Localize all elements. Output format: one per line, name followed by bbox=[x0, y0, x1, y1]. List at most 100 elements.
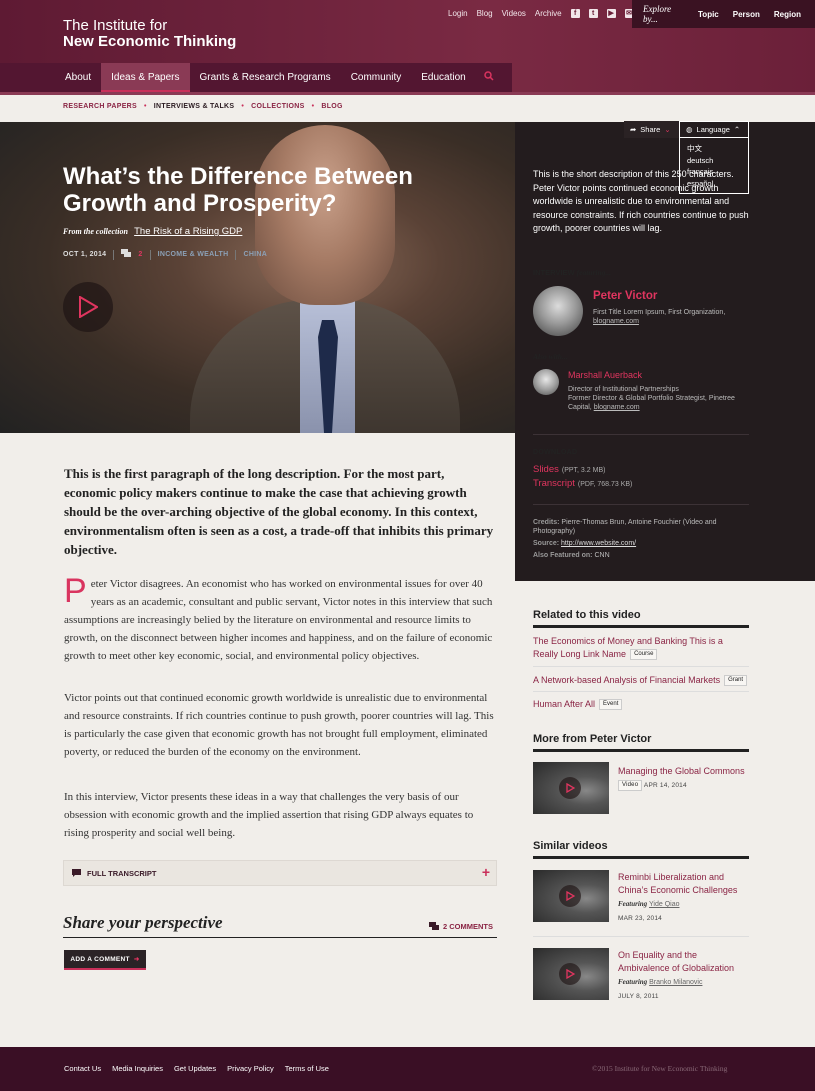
credits-label: Credits: bbox=[533, 519, 560, 526]
subnav-blog[interactable]: BLOG bbox=[321, 103, 342, 110]
globe-icon: ◍ bbox=[686, 125, 693, 134]
video-thumbnail[interactable] bbox=[533, 948, 609, 1000]
similar-person-link[interactable]: Branko Milanovic bbox=[649, 979, 702, 986]
featuring-label: Featuring bbox=[618, 978, 648, 986]
related-item[interactable]: The Economics of Money and Banking This … bbox=[533, 635, 749, 661]
nav-education[interactable]: Education bbox=[411, 63, 475, 92]
similar-person-link[interactable]: Yide Qiao bbox=[649, 901, 679, 908]
archive-link[interactable]: Archive bbox=[535, 9, 562, 18]
interview-label: INTERVIEW featuring... bbox=[533, 268, 611, 277]
more-from-meta: Video APR 14, 2014 bbox=[618, 780, 687, 791]
language-option-chinese[interactable]: 中文 bbox=[687, 143, 741, 155]
credits-block: Credits: Pierre-Thomas Brun, Antoine Fou… bbox=[533, 518, 749, 560]
footer-media-link[interactable]: Media Inquiries bbox=[112, 1064, 163, 1073]
body-paragraph-1: Peter Victor disagrees. An economist who… bbox=[64, 574, 496, 665]
also-with-label: Also with... bbox=[533, 352, 568, 361]
subnav-interviews-talks[interactable]: INTERVIEWS & TALKS bbox=[154, 103, 235, 110]
footer-terms-link[interactable]: Terms of Use bbox=[285, 1064, 329, 1073]
divider bbox=[533, 936, 749, 937]
similar-featuring: Featuring Branko Milanovic bbox=[618, 978, 702, 986]
similar-title[interactable]: On Equality and the Ambivalence of Globa… bbox=[618, 949, 750, 975]
header-divider bbox=[0, 92, 815, 95]
similar-date: JULY 8, 2011 bbox=[618, 993, 659, 1000]
footer-updates-link[interactable]: Get Updates bbox=[174, 1064, 216, 1073]
subnav-research-papers[interactable]: RESEARCH PAPERS bbox=[63, 103, 137, 110]
divider bbox=[113, 249, 115, 260]
credits-text: Pierre-Thomas Brun, Antoine Fouchier (Vi… bbox=[533, 519, 717, 535]
full-transcript-toggle[interactable]: FULL TRANSCRIPT + bbox=[63, 860, 497, 886]
login-link[interactable]: Login bbox=[448, 9, 468, 18]
page-title: What’s the Difference Between Growth and… bbox=[63, 163, 413, 217]
videos-link[interactable]: Videos bbox=[502, 9, 526, 18]
download-slides-meta: (PPT, 3.2 MB) bbox=[561, 467, 606, 474]
explore-person[interactable]: Person bbox=[733, 10, 760, 19]
nav-community[interactable]: Community bbox=[341, 63, 412, 92]
footer-links: Contact Us Media Inquiries Get Updates P… bbox=[64, 1064, 329, 1073]
tag-china[interactable]: CHINA bbox=[243, 251, 267, 258]
site-logo[interactable]: The Institute for New Economic Thinking bbox=[63, 18, 236, 50]
featured-person-link[interactable]: blogname.com bbox=[593, 318, 639, 325]
video-thumbnail[interactable] bbox=[533, 762, 609, 814]
blog-link[interactable]: Blog bbox=[477, 9, 493, 18]
twitter-icon[interactable]: t bbox=[588, 9, 598, 18]
facebook-icon[interactable]: f bbox=[570, 9, 580, 18]
play-button[interactable] bbox=[63, 282, 113, 332]
language-button[interactable]: ◍ Language ⌃ bbox=[679, 121, 749, 138]
featured-on-label: Also Featured on: bbox=[533, 552, 593, 559]
comment-icon[interactable] bbox=[121, 249, 132, 260]
copyright: ©2015 Institute for New Economic Thinkin… bbox=[592, 1064, 728, 1073]
bullet-icon: • bbox=[241, 103, 245, 110]
divider bbox=[533, 691, 749, 692]
arrow-right-icon: ➜ bbox=[133, 956, 140, 963]
related-title[interactable]: A Network-based Analysis of Financial Ma… bbox=[533, 675, 720, 685]
comments-link[interactable]: 2 COMMENTS bbox=[429, 922, 493, 931]
language-label: Language bbox=[696, 125, 730, 134]
download-heading: DOWNLOAD bbox=[533, 449, 578, 456]
related-item[interactable]: Human After All Event bbox=[533, 698, 749, 711]
search-icon[interactable] bbox=[484, 71, 494, 84]
youtube-icon[interactable]: ▶ bbox=[606, 9, 616, 18]
download-transcript-link[interactable]: Transcript bbox=[533, 478, 575, 489]
related-title[interactable]: Human After All bbox=[533, 699, 595, 709]
add-comment-button[interactable]: ADD A COMMENT ➜ bbox=[64, 950, 146, 970]
share-label: Share bbox=[640, 125, 661, 134]
nav-ideas-papers[interactable]: Ideas & Papers bbox=[101, 63, 190, 92]
share-button[interactable]: ➦ Share ⌄ bbox=[624, 121, 679, 138]
language-option-german[interactable]: deutsch bbox=[687, 155, 741, 167]
more-from-title[interactable]: Managing the Global Commons bbox=[618, 765, 750, 778]
divider bbox=[533, 504, 749, 505]
also-person-name[interactable]: Marshall Auerback bbox=[568, 370, 642, 380]
related-heading: Related to this video bbox=[533, 609, 641, 621]
related-badge: Grant bbox=[724, 675, 748, 687]
video-thumbnail[interactable] bbox=[533, 870, 609, 922]
explore-region[interactable]: Region bbox=[774, 10, 801, 19]
collection-link[interactable]: The Risk of a Rising GDP bbox=[134, 226, 242, 237]
similar-title[interactable]: Reminbi Liberalization and China’s Econo… bbox=[618, 871, 750, 897]
avatar[interactable] bbox=[533, 369, 559, 395]
divider bbox=[533, 434, 749, 435]
download-slides-link[interactable]: Slides bbox=[533, 464, 559, 475]
nav-about[interactable]: About bbox=[55, 63, 101, 92]
transcript-icon bbox=[72, 869, 81, 877]
comment-count[interactable]: 2 bbox=[138, 251, 142, 258]
source-link[interactable]: http://www.website.com/ bbox=[561, 540, 636, 547]
nav-grants[interactable]: Grants & Research Programs bbox=[190, 63, 341, 92]
footer-privacy-link[interactable]: Privacy Policy bbox=[227, 1064, 274, 1073]
also-person-link[interactable]: blogname.com bbox=[594, 404, 640, 411]
subnav-collections[interactable]: COLLECTIONS bbox=[251, 103, 304, 110]
sub-nav: RESEARCH PAPERS • INTERVIEWS & TALKS • C… bbox=[63, 103, 343, 110]
chevron-down-icon: ⌄ bbox=[664, 125, 671, 134]
related-item[interactable]: A Network-based Analysis of Financial Ma… bbox=[533, 674, 749, 687]
explore-topic[interactable]: Topic bbox=[698, 10, 719, 19]
download-slides[interactable]: Slides (PPT, 3.2 MB) bbox=[533, 464, 605, 475]
related-title[interactable]: The Economics of Money and Banking This … bbox=[533, 636, 723, 659]
tag-income-wealth[interactable]: INCOME & WEALTH bbox=[158, 251, 229, 258]
footer-contact-link[interactable]: Contact Us bbox=[64, 1064, 101, 1073]
video-date: APR 14, 2014 bbox=[643, 782, 687, 790]
plus-icon[interactable]: + bbox=[482, 864, 490, 880]
related-badge: Event bbox=[599, 699, 623, 711]
avatar[interactable] bbox=[533, 286, 583, 336]
download-transcript[interactable]: Transcript (PDF, 768.73 KB) bbox=[533, 478, 632, 489]
featured-person-name[interactable]: Peter Victor bbox=[593, 290, 657, 302]
featured-on-text: CNN bbox=[594, 552, 610, 559]
